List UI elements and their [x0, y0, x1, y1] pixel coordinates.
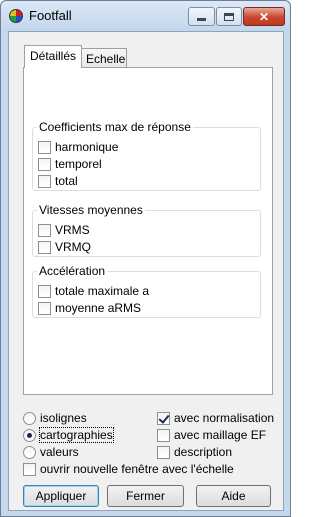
checkbox-avec-normalisation[interactable]: avec normalisation	[157, 410, 274, 426]
checkbox-harmonique[interactable]: harmonique	[38, 140, 118, 154]
checkbox-label: temporel	[55, 157, 102, 171]
checkbox-box[interactable]	[157, 411, 170, 425]
minimize-button[interactable]	[188, 7, 215, 26]
close-icon: ✕	[258, 9, 270, 24]
radio-button[interactable]	[23, 428, 36, 442]
group-title-vitesses: Vitesses moyennes	[37, 203, 145, 217]
checkbox-label: total	[55, 174, 78, 188]
checkbox-box[interactable]	[38, 284, 51, 298]
maximize-button[interactable]	[216, 7, 242, 26]
checkbox-label: moyenne aRMS	[55, 301, 142, 315]
minimize-icon	[197, 18, 206, 21]
checkbox-box[interactable]	[38, 240, 51, 254]
tab-panel-detailles: Coefficients max de réponse harmonique t…	[23, 67, 273, 395]
radio-button[interactable]	[23, 411, 36, 425]
help-button[interactable]: Aide	[196, 485, 271, 507]
group-title-coefficients: Coefficients max de réponse	[37, 120, 193, 134]
checkbox-box[interactable]	[157, 428, 170, 442]
checkbox-box[interactable]	[38, 174, 51, 188]
checkbox-total[interactable]: total	[38, 174, 78, 188]
radio-isolignes[interactable]: isolignes	[23, 410, 87, 426]
checkbox-vrmq[interactable]: VRMQ	[38, 240, 91, 254]
checkbox-nouvelle-fenetre[interactable]: ouvrir nouvelle fenêtre avec l'échelle	[23, 461, 234, 477]
tab-detailles[interactable]: Détaillés	[24, 45, 83, 68]
checkbox-label: description	[174, 445, 233, 459]
radio-label: cartographies	[39, 427, 114, 443]
checkbox-box[interactable]	[38, 223, 51, 237]
checkbox-box[interactable]	[38, 301, 51, 315]
checkbox-avec-maillage[interactable]: avec maillage EF	[157, 427, 266, 443]
title-bar[interactable]: Footfall ✕	[1, 1, 290, 31]
checkbox-label: avec normalisation	[174, 411, 275, 425]
checkbox-label: VRMS	[55, 223, 90, 237]
window-title: Footfall	[29, 8, 72, 23]
footfall-window: Footfall ✕ Détaillés Echelle Coefficient…	[0, 0, 291, 517]
group-acceleration: Accélération totale maximale a moyenne a…	[32, 264, 261, 318]
checkbox-label: harmonique	[55, 140, 119, 154]
close-button[interactable]: Fermer	[107, 485, 184, 507]
radio-label: valeurs	[40, 445, 79, 459]
apply-button[interactable]: Appliquer	[23, 485, 99, 507]
checkbox-box[interactable]	[157, 445, 170, 459]
dialog-client-area: Détaillés Echelle Coefficients max de ré…	[8, 31, 284, 511]
checkbox-label: totale maximale a	[55, 284, 150, 298]
checkbox-box[interactable]	[23, 462, 36, 476]
radio-button[interactable]	[23, 445, 36, 459]
checkbox-box[interactable]	[38, 140, 51, 154]
checkbox-moyenne-arms[interactable]: moyenne aRMS	[38, 301, 141, 315]
group-title-acceleration: Accélération	[37, 264, 108, 278]
app-globe-icon	[9, 9, 23, 23]
group-vitesses: Vitesses moyennes VRMS VRMQ	[32, 203, 261, 257]
checkbox-label: avec maillage EF	[174, 428, 267, 442]
checkbox-box[interactable]	[38, 157, 51, 171]
checkbox-temporel[interactable]: temporel	[38, 157, 102, 171]
checkbox-description[interactable]: description	[157, 444, 232, 460]
checkbox-label: VRMQ	[55, 240, 91, 254]
radio-cartographies[interactable]: cartographies	[23, 427, 114, 443]
radio-valeurs[interactable]: valeurs	[23, 444, 79, 460]
maximize-icon	[224, 12, 234, 21]
tab-echelle[interactable]: Echelle	[80, 48, 127, 69]
close-window-button[interactable]: ✕	[243, 7, 285, 26]
checkbox-totale-maximale[interactable]: totale maximale a	[38, 284, 149, 298]
checkbox-vrms[interactable]: VRMS	[38, 223, 90, 237]
checkbox-label: ouvrir nouvelle fenêtre avec l'échelle	[40, 462, 234, 476]
radio-label: isolignes	[40, 411, 87, 425]
group-coefficients: Coefficients max de réponse harmonique t…	[32, 120, 261, 191]
